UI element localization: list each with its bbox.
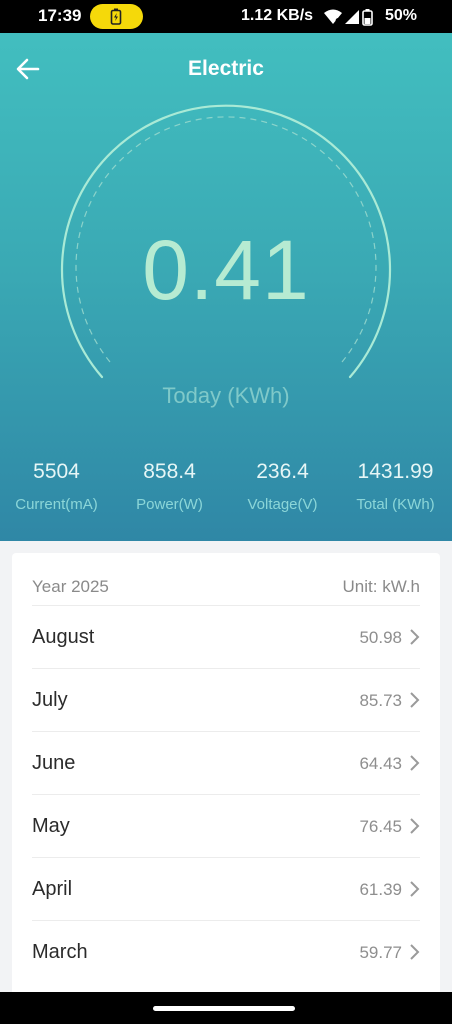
status-icons: 6 bbox=[323, 8, 383, 31]
chevron-right-icon bbox=[410, 629, 420, 645]
stat-label: Current(mA) bbox=[15, 496, 98, 513]
battery-charging-icon bbox=[110, 8, 122, 25]
year-label: Year 2025 bbox=[32, 577, 109, 596]
unit-label: Unit: kW.h bbox=[342, 577, 420, 596]
chevron-right-icon bbox=[410, 818, 420, 834]
signal-icon bbox=[345, 10, 359, 24]
chevron-right-icon bbox=[410, 692, 420, 708]
month-value: 59.77 bbox=[359, 943, 402, 962]
stat-total: 1431.99 Total (KWh) bbox=[339, 460, 452, 513]
month-name: August bbox=[32, 626, 95, 648]
month-name: June bbox=[32, 752, 76, 774]
stat-value: 858.4 bbox=[143, 460, 196, 483]
status-time: 17:39 bbox=[38, 6, 82, 25]
stat-voltage: 236.4 Voltage(V) bbox=[226, 460, 339, 513]
chevron-right-icon bbox=[410, 881, 420, 897]
stat-power: 858.4 Power(W) bbox=[113, 460, 226, 513]
month-value: 76.45 bbox=[359, 817, 402, 836]
month-name: March bbox=[32, 941, 88, 963]
stat-value: 1431.99 bbox=[357, 460, 434, 483]
stat-value: 5504 bbox=[33, 460, 80, 483]
month-row-august[interactable]: August 50.98 bbox=[32, 605, 420, 668]
home-gesture-handle[interactable] bbox=[153, 1006, 295, 1011]
navigation-bar bbox=[0, 992, 452, 1024]
today-energy-caption: Today (KWh) bbox=[162, 383, 290, 408]
chevron-right-icon bbox=[410, 944, 420, 960]
month-row-july[interactable]: July 85.73 bbox=[32, 668, 420, 731]
stat-value: 236.4 bbox=[256, 460, 309, 483]
stat-label: Power(W) bbox=[136, 496, 203, 513]
wifi-icon: 6 bbox=[324, 9, 342, 26]
history-header: Year 2025 Unit: kW.h bbox=[32, 577, 420, 597]
month-value: 85.73 bbox=[359, 691, 402, 710]
stat-label: Voltage(V) bbox=[247, 496, 318, 513]
page-title: Electric bbox=[188, 57, 264, 80]
svg-text:6: 6 bbox=[335, 17, 341, 26]
month-name: July bbox=[32, 689, 68, 711]
month-name: April bbox=[32, 878, 73, 900]
network-speed: 1.12 KB/s bbox=[241, 7, 314, 24]
status-bar: 17:39 1.12 KB/s 6 50% bbox=[0, 0, 452, 33]
month-row-march[interactable]: March 59.77 bbox=[32, 920, 420, 983]
month-value: 64.43 bbox=[359, 754, 402, 773]
battery-percent: 50% bbox=[385, 7, 418, 24]
month-value: 61.39 bbox=[359, 880, 402, 899]
chevron-right-icon bbox=[410, 755, 420, 771]
battery-icon bbox=[362, 9, 373, 26]
month-name: May bbox=[32, 815, 70, 837]
app-screen: 17:39 1.12 KB/s 6 50% Electric 0.41 Toda… bbox=[0, 0, 452, 1024]
stat-label: Total (KWh) bbox=[356, 496, 435, 513]
month-row-may[interactable]: May 76.45 bbox=[32, 794, 420, 857]
month-row-june[interactable]: June 64.43 bbox=[32, 731, 420, 794]
charging-indicator bbox=[90, 4, 143, 29]
stat-current: 5504 Current(mA) bbox=[0, 460, 113, 513]
month-value: 50.98 bbox=[359, 628, 402, 647]
today-energy-value: 0.41 bbox=[142, 223, 310, 317]
monthly-history-card: Year 2025 Unit: kW.h August 50.98 July 8… bbox=[12, 553, 440, 1003]
month-row-april[interactable]: April 61.39 bbox=[32, 857, 420, 920]
